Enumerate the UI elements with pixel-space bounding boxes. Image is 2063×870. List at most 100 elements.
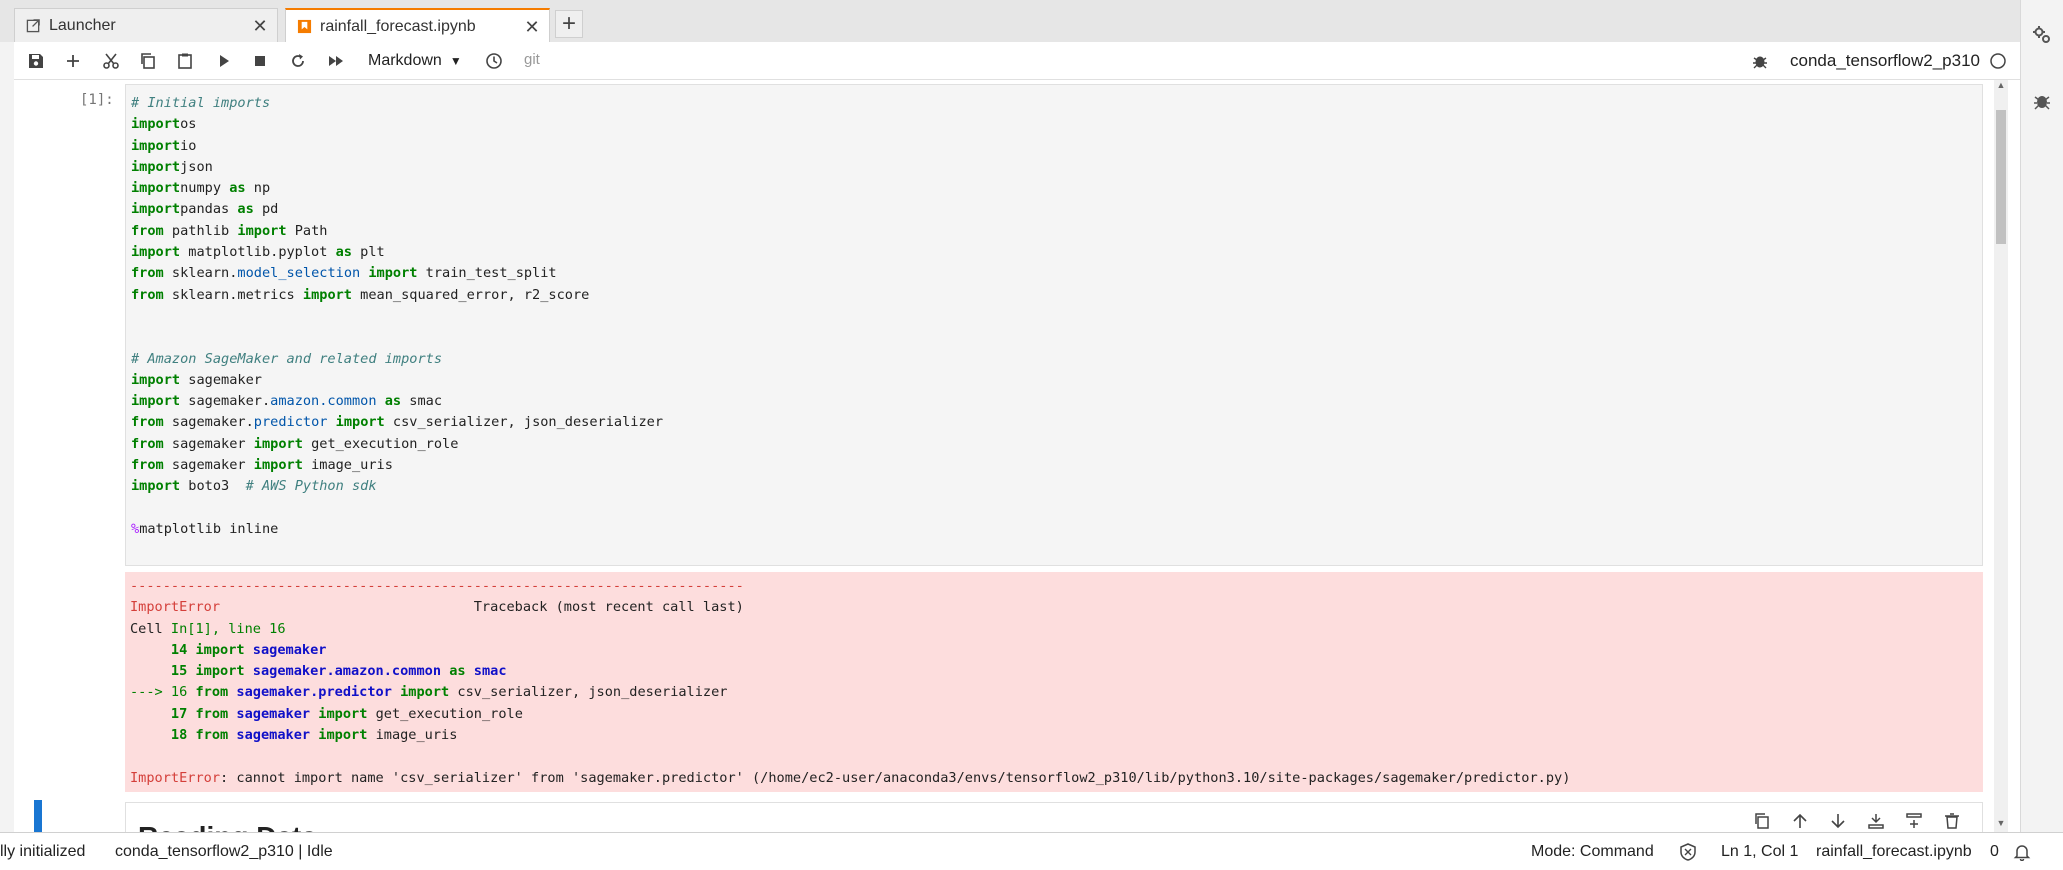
duplicate-cell-icon[interactable]	[1750, 809, 1774, 832]
tab-bar: Launcher ✕ rainfall_forecast.ipynb ✕ +	[0, 0, 2020, 43]
paste-icon[interactable]	[173, 49, 197, 73]
code-line-token: from	[131, 265, 164, 282]
output-line-token	[392, 684, 400, 700]
save-icon[interactable]	[24, 49, 48, 73]
code-line-token: matplotlib.pyplot	[180, 244, 336, 261]
output-line-token: ---> 16	[130, 684, 188, 701]
shield-icon[interactable]	[1678, 842, 1698, 862]
move-up-icon[interactable]	[1788, 809, 1812, 832]
fast-forward-icon[interactable]	[324, 49, 348, 73]
code-line-token: from	[131, 222, 164, 239]
output-line-token: smac	[473, 663, 507, 680]
kernel-status-icon	[1986, 49, 2010, 73]
output-line-token: 17	[170, 705, 188, 722]
cell-type-value: Markdown	[368, 52, 442, 69]
code-line-token: from	[131, 414, 164, 431]
output-line: Cell In[1], line 16	[130, 619, 1983, 640]
markdown-cell[interactable]: Reading Data	[125, 802, 1983, 832]
cell-type-dropdown[interactable]: Markdown ▼	[368, 49, 462, 73]
output-line-token	[245, 642, 253, 658]
output-line-token: from	[195, 684, 229, 701]
output-line-token	[245, 663, 253, 679]
cell-output-error: ----------------------------------------…	[125, 572, 1983, 792]
scroll-down-icon[interactable]: ▼	[1994, 818, 2008, 832]
code-line-token: pathlib	[163, 222, 238, 239]
git-label[interactable]: git	[524, 51, 540, 68]
run-icon[interactable]	[212, 49, 236, 73]
code-line: importos	[131, 114, 1982, 135]
launcher-icon	[25, 18, 41, 34]
output-line-token: sagemaker.amazon.common	[252, 663, 442, 680]
scroll-up-icon[interactable]: ▲	[1994, 80, 2008, 94]
code-line-token: sklearn.metrics	[163, 286, 303, 303]
code-line-token: smac	[401, 393, 443, 410]
code-line-token: sagemaker	[163, 457, 254, 474]
notification-count: 0	[1990, 843, 1999, 860]
clock-icon[interactable]	[482, 49, 506, 73]
debugger-icon[interactable]	[2031, 90, 2053, 112]
file-name: rainfall_forecast.ipynb	[1816, 843, 1972, 860]
scrollbar-thumb[interactable]	[1996, 110, 2006, 244]
delete-cell-icon[interactable]	[1940, 809, 1964, 832]
cut-icon[interactable]	[99, 49, 123, 73]
execution-prompt: [1]:	[80, 92, 114, 108]
output-line-token	[466, 663, 474, 679]
debugger-icon[interactable]	[1748, 49, 1772, 73]
code-line-token: csv_serializer, json_deserializer	[384, 414, 664, 431]
code-line-token: get_execution_role	[302, 435, 459, 452]
code-line: from sagemaker import get_execution_role	[131, 434, 1982, 455]
new-tab-button[interactable]: +	[555, 10, 583, 38]
code-line-token: json	[180, 158, 213, 175]
kernel-name[interactable]: conda_tensorflow2_p310	[1790, 51, 1980, 71]
close-icon[interactable]: ✕	[251, 17, 269, 35]
copy-icon[interactable]	[136, 49, 160, 73]
notebook-toolbar: Markdown ▼ git conda_tensorflow2_p310	[14, 42, 2020, 80]
tab-notebook[interactable]: rainfall_forecast.ipynb ✕	[285, 8, 550, 43]
cursor-position[interactable]: Ln 1, Col 1	[1721, 843, 1798, 861]
code-line-token: pd	[253, 201, 279, 218]
code-line: import matplotlib.pyplot as plt	[131, 242, 1982, 263]
insert-above-icon[interactable]	[1864, 809, 1888, 832]
output-line: 17 from sagemaker import get_execution_r…	[130, 704, 1983, 725]
property-inspector-icon[interactable]	[2031, 24, 2053, 46]
code-line-token: as	[335, 244, 352, 261]
kernel-status[interactable]: conda_tensorflow2_p310 | Idle	[115, 843, 333, 861]
add-cell-icon[interactable]	[61, 49, 85, 73]
code-line-token: model_selection	[237, 265, 361, 282]
bell-icon[interactable]	[2012, 842, 2032, 862]
vertical-scrollbar[interactable]: ▲ ▼	[1994, 80, 2008, 832]
code-line-token: sklearn.	[163, 265, 238, 282]
output-line-token: as	[449, 663, 466, 680]
code-line-token	[327, 414, 335, 430]
output-line: 15 import sagemaker.amazon.common as sma…	[130, 661, 1983, 682]
code-line: from sklearn.metrics import mean_squared…	[131, 285, 1982, 306]
code-line-token: from	[131, 457, 164, 474]
code-line-token: as	[237, 201, 254, 218]
markdown-heading: Reading Data	[138, 821, 317, 832]
code-line: importpandas as pd	[131, 199, 1982, 220]
code-cell-input[interactable]: # Initial imports importos importio importj…	[125, 84, 1983, 566]
code-line-token: import	[131, 393, 181, 410]
tab-launcher[interactable]: Launcher ✕	[14, 8, 278, 42]
insert-below-icon[interactable]	[1902, 809, 1926, 832]
right-sidebar	[2020, 0, 2063, 832]
move-down-icon[interactable]	[1826, 809, 1850, 832]
code-line-token: import	[335, 414, 385, 431]
code-line-token: plt	[351, 244, 385, 261]
code-line-token: amazon.common	[270, 393, 377, 410]
restart-icon[interactable]	[286, 49, 310, 73]
code-line-token: import	[131, 478, 181, 495]
code-line: from sagemaker.predictor import csv_seri…	[131, 412, 1982, 433]
output-line-token: In[1], line 16	[170, 620, 286, 637]
notebook-panel[interactable]: [1]: # Initial imports importos importio im…	[14, 80, 2020, 832]
close-icon[interactable]: ✕	[523, 18, 541, 36]
code-line-token: numpy	[180, 180, 230, 197]
code-line: importio	[131, 136, 1982, 157]
code-line: from sagemaker import image_uris	[131, 455, 1982, 476]
output-line-token: sagemaker	[236, 705, 311, 722]
stop-icon[interactable]	[248, 49, 272, 73]
code-line: # Amazon SageMaker and related imports	[131, 349, 1982, 370]
code-line-token: Path	[286, 222, 328, 239]
code-line-token: io	[180, 137, 197, 154]
code-line: %matplotlib inline	[131, 519, 1982, 540]
